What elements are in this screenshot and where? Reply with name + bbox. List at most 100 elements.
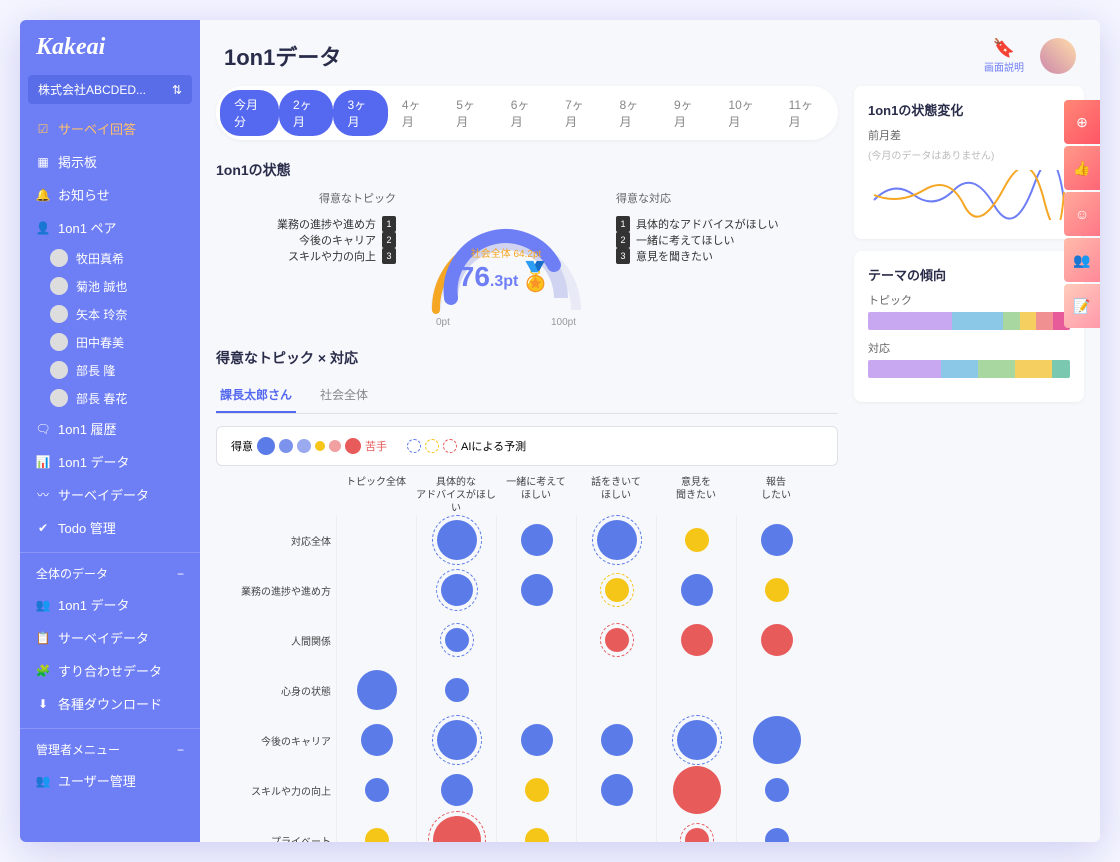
minus-icon[interactable]: − <box>177 567 184 581</box>
side-tab-add[interactable]: ⊕ <box>1064 100 1100 144</box>
bubble-cell <box>336 715 416 765</box>
bubble <box>765 578 789 602</box>
member-item[interactable]: 矢本 玲奈 <box>20 300 200 328</box>
nav-surveydata[interactable]: 〰サーベイデータ <box>20 478 200 511</box>
month-tab[interactable]: 7ヶ月 <box>551 90 605 136</box>
month-tab[interactable]: 4ヶ月 <box>388 90 442 136</box>
month-tab[interactable]: 11ヶ月 <box>775 90 834 136</box>
logo: Kakeai <box>20 20 200 75</box>
bubble <box>437 720 477 760</box>
nav-all-data[interactable]: 👥1on1 データ <box>20 588 200 621</box>
month-tab[interactable]: 9ヶ月 <box>660 90 714 136</box>
nav-users[interactable]: 👥ユーザー管理 <box>20 764 200 797</box>
side-tab-note[interactable]: 📝 <box>1064 284 1100 328</box>
nav-data[interactable]: 📊1on1 データ <box>20 445 200 478</box>
bubble-cell <box>336 615 416 665</box>
member-item[interactable]: 部長 春花 <box>20 384 200 412</box>
nav-board[interactable]: ▦ 掲示板 <box>20 145 200 178</box>
bubble <box>681 574 713 606</box>
check-icon: ✔ <box>36 521 50 535</box>
row-label: 今後のキャリア <box>216 733 331 748</box>
bubble-cell <box>576 515 656 565</box>
org-selector[interactable]: 株式会社ABCDED... ⇅ <box>28 75 192 104</box>
subtab-society[interactable]: 社会全体 <box>316 378 372 413</box>
month-tab[interactable]: 2ヶ月 <box>279 90 333 136</box>
bubble-cell <box>576 565 656 615</box>
nav-download[interactable]: ⬇各種ダウンロード <box>20 687 200 720</box>
download-icon: ⬇ <box>36 697 50 711</box>
avatar-icon <box>50 361 68 379</box>
section-all-data: 全体のデータ − <box>20 552 200 588</box>
nav-todo[interactable]: ✔Todo 管理 <box>20 511 200 544</box>
topics-item: スキルや力の向上3 <box>216 248 396 264</box>
side-tab-like[interactable]: 👍 <box>1064 146 1100 190</box>
subtabs: 課長太郎さん 社会全体 <box>216 378 838 414</box>
nav-all-survey[interactable]: 📋サーベイデータ <box>20 621 200 654</box>
rank-badge: 1 <box>616 216 630 232</box>
help-button[interactable]: 🔖 画面説明 <box>984 38 1024 74</box>
actions-title: 得意な対応 <box>616 190 796 206</box>
bell-icon: 🔔 <box>36 188 50 202</box>
section-title: 全体のデータ <box>36 565 108 582</box>
member-item[interactable]: 田中春美 <box>20 328 200 356</box>
nav-survey[interactable]: ☑サーベイ回答 <box>20 112 200 145</box>
bubble <box>673 766 721 814</box>
bubble-row: スキルや力の向上 <box>336 765 838 815</box>
row-label: 心身の状態 <box>216 683 331 698</box>
month-tab[interactable]: 6ヶ月 <box>497 90 551 136</box>
rank-badge: 1 <box>382 216 396 232</box>
bubble <box>445 628 469 652</box>
month-tab[interactable]: 10ヶ月 <box>714 90 774 136</box>
subtab-person[interactable]: 課長太郎さん <box>216 378 296 413</box>
bubble-cell <box>416 715 496 765</box>
bubble-cell <box>576 715 656 765</box>
nav-label: 掲示板 <box>58 152 97 171</box>
bookmark-info-icon: 🔖 <box>993 38 1015 59</box>
nav-label: 1on1 ペア <box>58 218 117 237</box>
nav-notice[interactable]: 🔔お知らせ <box>20 178 200 211</box>
board-icon: ▦ <box>36 155 50 169</box>
bubble <box>365 828 389 842</box>
nav-pair[interactable]: 👤1on1 ペア <box>20 211 200 244</box>
month-tab[interactable]: 5ヶ月 <box>442 90 496 136</box>
bubble-cell <box>576 815 656 842</box>
bubble-cell <box>416 565 496 615</box>
bubble-cell <box>336 815 416 842</box>
topics-item: 業務の進捗や進め方1 <box>216 216 396 232</box>
bubble-cell <box>656 615 736 665</box>
legend-pred: AIによる予測 <box>461 438 526 454</box>
member-item[interactable]: 牧田真希 <box>20 244 200 272</box>
bubble <box>445 678 469 702</box>
user-avatar[interactable] <box>1040 38 1076 74</box>
bubble-row: 業務の進捗や進め方 <box>336 565 838 615</box>
bubble <box>761 624 793 656</box>
header: 1on1データ 🔖 画面説明 <box>200 20 1100 86</box>
month-tab[interactable]: 8ヶ月 <box>606 90 660 136</box>
member-item[interactable]: 部長 隆 <box>20 356 200 384</box>
col-header: 報告したい <box>736 476 816 515</box>
month-tab[interactable]: 今月分 <box>220 90 279 136</box>
row-label: プライベート <box>216 833 331 843</box>
bubble-cell <box>736 665 816 715</box>
legend-bad: 苦手 <box>365 438 387 454</box>
nav-label: 1on1 データ <box>58 452 130 471</box>
gauge-sub: 社会全体 64.2pt <box>406 245 606 260</box>
member-item[interactable]: 菊池 誠也 <box>20 272 200 300</box>
action-label: 対応 <box>868 340 1070 356</box>
bubble-cell <box>656 715 736 765</box>
month-tab[interactable]: 3ヶ月 <box>333 90 387 136</box>
bubble-cell <box>496 615 576 665</box>
legend: 得意 苦手 AIによる予測 <box>216 426 838 466</box>
side-tab-user[interactable]: ☺ <box>1064 192 1100 236</box>
nav-history[interactable]: 🗨1on1 履歴 <box>20 412 200 445</box>
minus-icon[interactable]: − <box>177 743 184 757</box>
bubble <box>765 828 789 842</box>
bubble <box>441 574 473 606</box>
nav-match[interactable]: 🧩すり合わせデータ <box>20 654 200 687</box>
rank-badge: 2 <box>382 232 396 248</box>
bubble <box>677 720 717 760</box>
medal-icon: 🏅 <box>518 261 553 292</box>
bubble-cell <box>736 815 816 842</box>
side-tab-users[interactable]: 👥 <box>1064 238 1100 282</box>
bubble-cell <box>576 765 656 815</box>
